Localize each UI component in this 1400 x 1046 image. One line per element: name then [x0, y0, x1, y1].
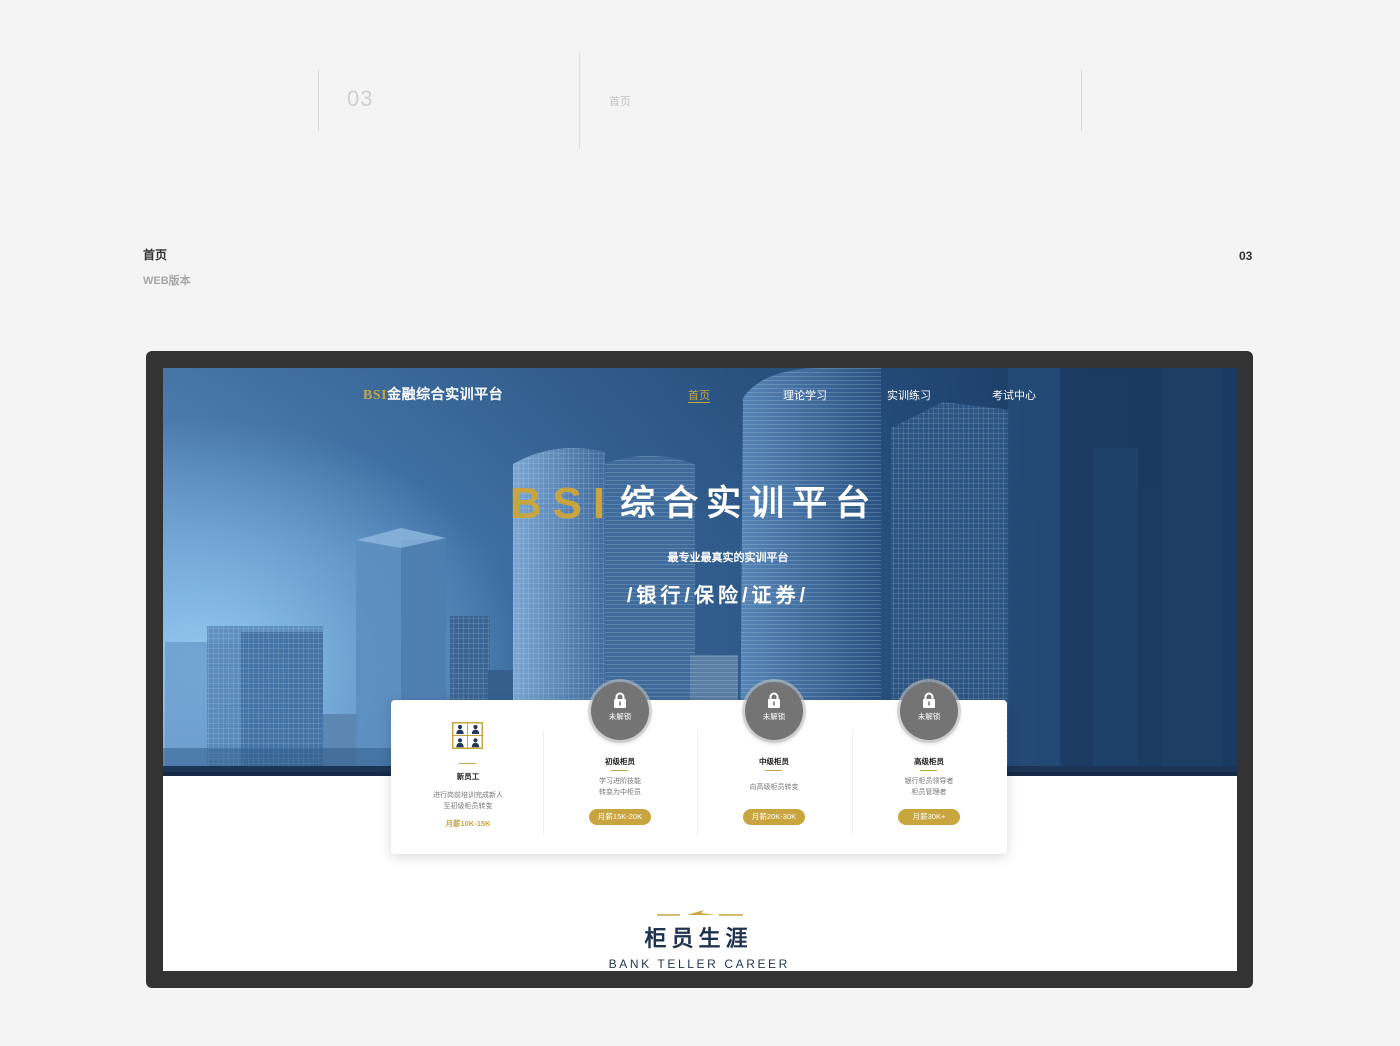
website-screen: BSI金融综合实训平台 首页 理论学习 实训练习 考试中心 BSI 综合实训平台 … — [163, 368, 1237, 971]
lock-icon — [923, 692, 935, 708]
lock-label: 未解锁 — [917, 712, 941, 721]
hero-name: 综合实训平台 — [620, 484, 879, 523]
section-subtitle: WEB版本 — [143, 275, 191, 287]
career-card-new-employee[interactable]: 新员工 进行岗前培训完成新人 至初级柜员转变 月薪10K-15K — [391, 700, 545, 854]
locked-badge: 未解锁 — [900, 682, 958, 740]
divider-line — [579, 53, 580, 149]
logo-name: 金融综合实训平台 — [387, 388, 504, 403]
monitor-frame: BSI金融综合实训平台 首页 理论学习 实训练习 考试中心 BSI 综合实训平台 … — [146, 351, 1253, 988]
card-title: 新员工 — [456, 772, 480, 781]
card-description-line: 转变为中柜员 — [599, 789, 641, 796]
lock-label: 未解锁 — [762, 712, 786, 721]
career-card-mid-teller[interactable]: 未解锁 中级柜员 向高级柜员转变 月薪20K-30K — [697, 682, 851, 854]
card-title: 高级柜员 — [914, 757, 944, 766]
career-cards-panel: 新员工 进行岗前培训完成新人 至初级柜员转变 月薪10K-15K 未解锁 初级柜… — [391, 682, 1007, 854]
card-salary: 月薪10K-15K — [445, 819, 491, 828]
lock-label: 未解锁 — [608, 712, 632, 721]
team-icon — [452, 722, 483, 749]
hero-tagline: /银行/保险/证券/ — [626, 585, 810, 607]
card-description-line: 学习进阶技能 — [599, 778, 641, 785]
logo-brand: BSI — [363, 388, 388, 403]
hero-title: BSI 综合实训平台 — [394, 476, 994, 532]
career-card-junior-teller[interactable]: 未解锁 初级柜员 学习进阶技能 转变为中柜员 月薪15K-20K — [543, 682, 697, 854]
divider-line — [1081, 70, 1082, 131]
section-number: 03 — [1239, 249, 1253, 263]
card-description: 进行岗前培训完成新人 至初级柜员转变 — [391, 790, 545, 812]
career-card-senior-teller[interactable]: 未解锁 高级柜员 银行柜员领导者 柜员管理者 月薪30K+ — [852, 682, 1006, 854]
card-description-line: 柜员管理者 — [911, 789, 947, 796]
salary-pill: 月薪20K-30K — [743, 809, 805, 825]
card-description-line: 至初级柜员转变 — [443, 803, 493, 810]
card-title: 初级柜员 — [605, 757, 635, 766]
section-ornament-icon — [657, 910, 743, 916]
divider-line — [318, 70, 319, 131]
card-description: 银行柜员领导者 柜员管理者 — [852, 776, 1006, 798]
salary-pill: 月薪15K-20K — [589, 809, 651, 825]
lock-icon — [768, 692, 780, 708]
card-title: 中级柜员 — [759, 757, 789, 766]
card-description: 学习进阶技能 转变为中柜员 — [543, 776, 697, 798]
section-title: 首页 — [143, 248, 168, 262]
card-accent-line — [459, 763, 476, 764]
nav-item-exam[interactable]: 考试中心 — [992, 387, 1036, 403]
career-section-title: 柜员生涯 — [644, 926, 753, 951]
locked-badge: 未解锁 — [745, 682, 803, 740]
hero-subtitle: 最专业最真实的实训平台 — [667, 552, 789, 564]
nav-item-home[interactable]: 首页 — [688, 387, 710, 403]
salary-pill: 月薪30K+ — [898, 809, 960, 825]
card-description-line: 进行岗前培训完成新人 — [433, 792, 503, 799]
nav-active-underline — [688, 402, 710, 403]
hero-brand: BSI — [509, 479, 617, 528]
locked-badge: 未解锁 — [591, 682, 649, 740]
header-page-number: 03 — [347, 86, 374, 111]
header-page-title: 首页 — [609, 96, 631, 108]
card-description-line: 银行柜员领导者 — [904, 778, 954, 785]
nav-item-practice[interactable]: 实训练习 — [887, 387, 931, 403]
card-description: 向高级柜员转变 — [697, 782, 851, 793]
nav-item-theory[interactable]: 理论学习 — [783, 387, 827, 403]
site-logo[interactable]: BSI金融综合实训平台 — [363, 384, 503, 404]
card-accent-line — [611, 770, 628, 771]
card-accent-line — [765, 770, 782, 771]
lock-icon — [614, 692, 626, 708]
card-accent-line — [920, 770, 937, 771]
card-description-line: 向高级柜员转变 — [749, 784, 799, 791]
career-section-subtitle: BANK TELLER CAREER — [608, 957, 790, 971]
